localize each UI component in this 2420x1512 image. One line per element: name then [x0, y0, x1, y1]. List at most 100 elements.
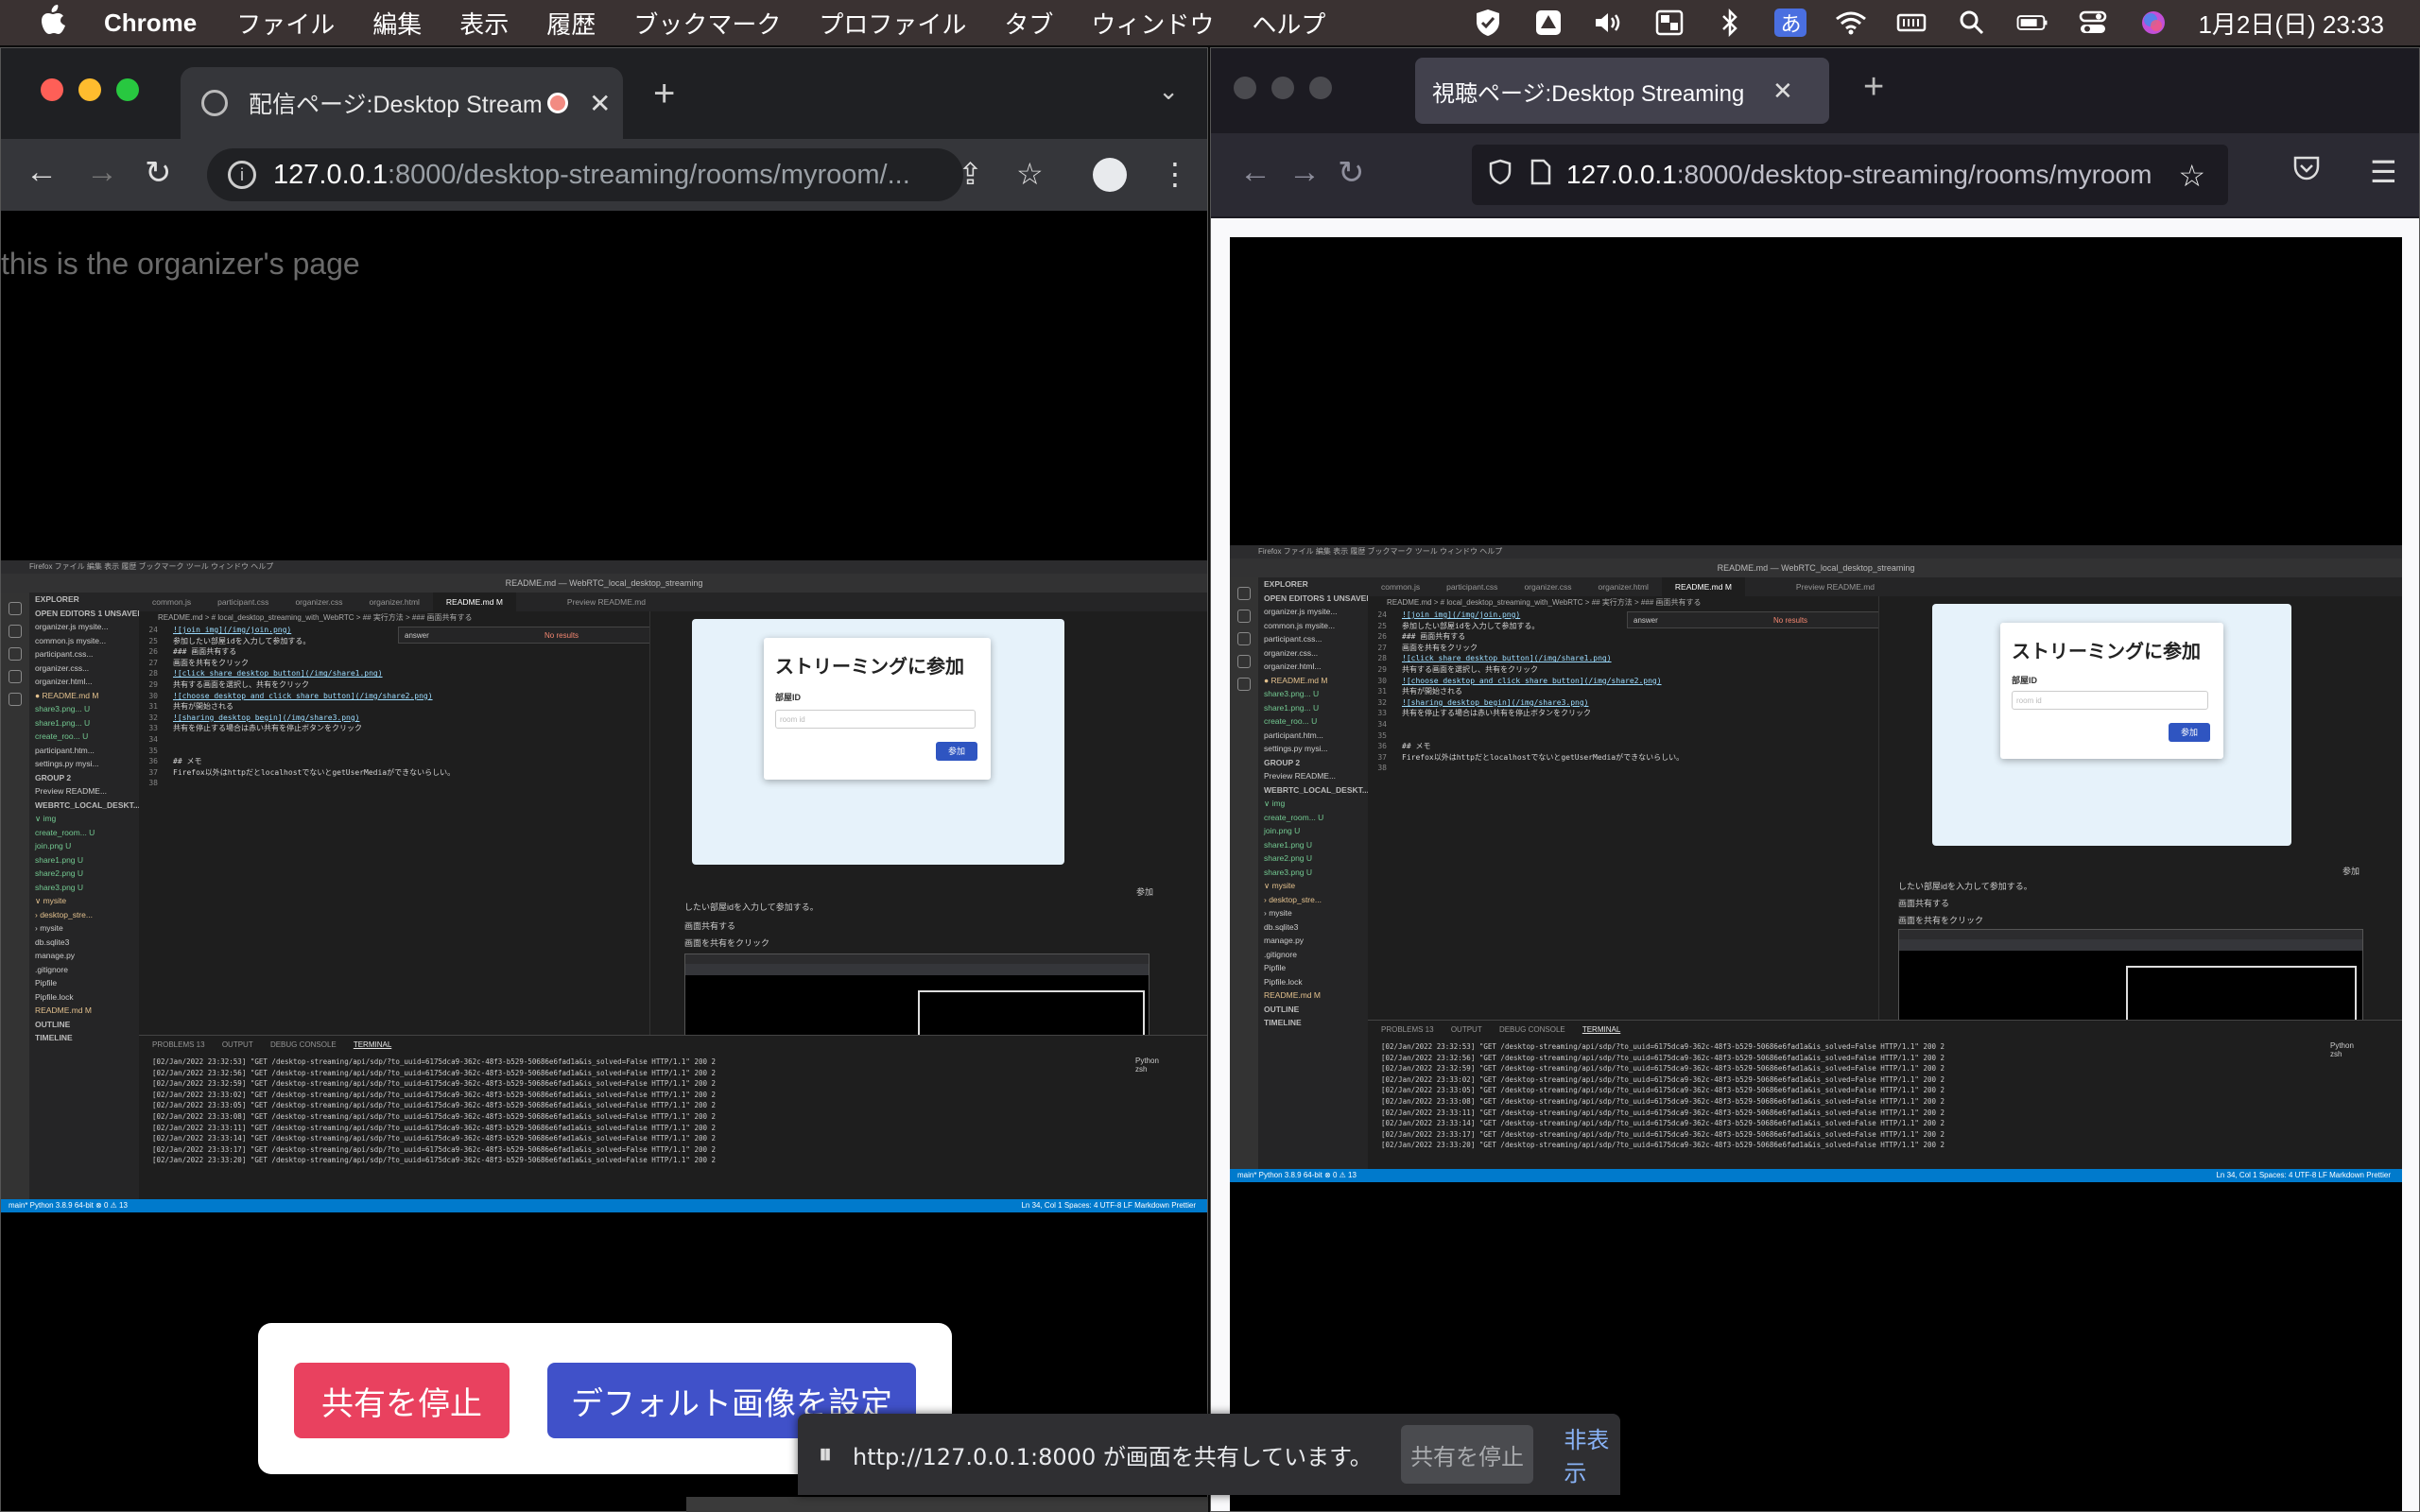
panel-tabs: PROBLEMS 13 OUTPUT DEBUG CONSOLE TERMINA… [139, 1036, 1207, 1055]
new-tab-plus-icon[interactable]: + [1863, 67, 1884, 108]
menu-bookmarks[interactable]: ブックマーク [633, 6, 781, 41]
explorer-item: › desktop_stre... [1264, 894, 1322, 904]
menu-edit[interactable]: 編集 [372, 6, 422, 41]
forward-arrow-icon[interactable]: → [1288, 154, 1321, 191]
globe-icon [201, 90, 228, 116]
siri-icon[interactable] [2137, 9, 2169, 37]
url-host: 127.0.0.1 [1566, 160, 1677, 189]
vscode-tab: participant.css [217, 597, 269, 607]
status-left: main* Python 3.8.9 64-bit ⊗ 0 ⚠ 13 [1237, 1171, 1357, 1179]
page-icon[interactable] [1530, 159, 1551, 192]
drive-icon[interactable] [1532, 9, 1564, 37]
forward-arrow-icon[interactable]: → [86, 154, 118, 191]
bookmark-star-icon[interactable]: ☆ [1016, 156, 1044, 192]
window-zoom-button[interactable] [116, 78, 139, 101]
explorer-item: share1.png U [1264, 839, 1313, 850]
line-text: ![choose desktop and click share button]… [1402, 676, 1662, 685]
new-tab-plus-icon[interactable]: + [653, 73, 675, 115]
explorer-item: Pipfile.lock [35, 991, 74, 1002]
line-number: 25 [1377, 621, 1387, 630]
vscode-tab: organizer.html [1598, 582, 1649, 592]
terminal-line: [02/Jan/2022 23:32:53] "GET /desktop-str… [152, 1057, 717, 1066]
wifi-icon[interactable] [1835, 9, 1867, 37]
window-minimize-button[interactable] [1271, 77, 1294, 99]
window-minimize-button[interactable] [78, 78, 101, 101]
terminal-item: zsh [2330, 1050, 2342, 1058]
terminal-line: [02/Jan/2022 23:32:56] "GET /desktop-str… [1381, 1053, 1945, 1062]
profile-avatar[interactable] [1093, 158, 1127, 192]
chrome-tab-organizer[interactable]: 配信ページ:Desktop Streaming ✕ [181, 67, 623, 139]
display-icon[interactable] [1653, 9, 1685, 37]
close-icon[interactable]: ✕ [1772, 77, 1793, 106]
control-center-icon[interactable] [2077, 9, 2109, 37]
line-text: ![join img](/img/join.png) [1402, 610, 1521, 619]
info-icon[interactable]: i [228, 161, 256, 189]
input-method-icon[interactable]: あ [1774, 9, 1807, 37]
explorer-item: create_roo... U [35, 731, 89, 741]
more-menu-icon[interactable]: ⋮ [1160, 156, 1190, 192]
terminal-line: [02/Jan/2022 23:33:17] "GET /desktop-str… [152, 1144, 717, 1154]
line-text: ### 画面共有する [173, 647, 237, 657]
menu-tab[interactable]: タブ [1004, 6, 1053, 41]
pocket-icon[interactable] [2292, 154, 2321, 189]
apple-icon[interactable] [40, 4, 78, 43]
memory-icon[interactable] [1895, 9, 1927, 37]
back-arrow-icon[interactable]: ← [26, 154, 58, 191]
hamburger-menu-icon[interactable]: ☰ [2370, 154, 2397, 190]
close-icon[interactable]: ✕ [589, 88, 611, 119]
reload-icon[interactable]: ↻ [145, 154, 172, 192]
menu-view[interactable]: 表示 [459, 6, 509, 41]
address-bar[interactable]: 127.0.0.1 :8000/desktop-streaming/rooms/… [1472, 145, 2228, 205]
share-icon[interactable]: ⇪ [958, 156, 983, 192]
window-close-button[interactable] [41, 78, 63, 101]
bookmark-star-icon[interactable]: ☆ [2178, 158, 2205, 194]
search-icon[interactable] [1956, 9, 1988, 37]
menu-window[interactable]: ウィンドウ [1091, 6, 1214, 41]
menu-app-name[interactable]: Chrome [104, 9, 197, 38]
window-close-button[interactable] [1234, 77, 1256, 99]
explorer-item: Preview README... [1264, 771, 1337, 781]
menu-help[interactable]: ヘルプ [1252, 6, 1325, 41]
menu-file[interactable]: ファイル [236, 6, 335, 41]
explorer-item: settings.py mysi... [35, 759, 99, 768]
reload-icon[interactable]: ↻ [1338, 154, 1365, 192]
explorer-item: GROUP 2 [1264, 757, 1301, 767]
editor-line: 30 ![choose desktop and click share butto… [1368, 676, 1878, 687]
share-stop-button[interactable]: 共有を停止 [1400, 1425, 1534, 1484]
menu-profiles[interactable]: プロファイル [819, 6, 966, 41]
explorer-item: manage.py [35, 951, 76, 960]
volume-icon[interactable] [1593, 9, 1625, 37]
pause-grip-icon[interactable]: ⏸ [819, 1439, 832, 1470]
macos-menubar: Chrome ファイル 編集 表示 履歴 ブックマーク プロファイル タブ ウィ… [0, 0, 2420, 45]
line-text: ![join img](/img/join.png) [173, 626, 292, 634]
menu-history[interactable]: 履歴 [546, 6, 596, 41]
chevron-down-icon[interactable]: ⌄ [1158, 77, 1179, 106]
editor-line: 26 ### 画面共有する [1368, 631, 1878, 643]
vscode-panel: PROBLEMS 13 OUTPUT DEBUG CONSOLE TERMINA… [1368, 1020, 2402, 1182]
extensions-icon [9, 693, 22, 706]
tracking-shield-icon[interactable] [1489, 159, 1512, 192]
line-number: 32 [148, 713, 158, 722]
shield-check-icon[interactable] [1472, 9, 1504, 37]
firefox-tab-viewer[interactable]: 視聴ページ:Desktop Streaming ✕ [1415, 58, 1829, 124]
editor-line: 37 Firefox以外はhttpだとlocalhostでないとgetUserMe… [1368, 752, 1878, 764]
bluetooth-icon[interactable] [1714, 9, 1746, 37]
terminal-line: [02/Jan/2022 23:32:53] "GET /desktop-str… [1381, 1042, 1945, 1051]
line-text: ![click share desktop button](/img/share… [1402, 654, 1612, 663]
menubar-clock[interactable]: 1月2日(日) 23:33 [2198, 6, 2384, 41]
address-bar[interactable]: i 127.0.0.1 :8000/desktop-streaming/room… [207, 148, 963, 201]
share-hide-link[interactable]: 非表示 [1564, 1421, 1620, 1487]
recording-icon [547, 93, 568, 113]
terminal-list: Python zsh [1135, 1057, 1207, 1074]
window-zoom-button[interactable] [1309, 77, 1332, 99]
stop-sharing-button[interactable]: 共有を停止 [294, 1363, 510, 1438]
terminal-line: [02/Jan/2022 23:33:11] "GET /desktop-str… [1381, 1108, 1945, 1117]
explorer-item: ∨ img [1264, 799, 1286, 808]
terminal-item: Python [2330, 1041, 2354, 1050]
organizer-page: this is the organizer's page Firefox ファイ… [1, 211, 1207, 1511]
line-text: ![click share desktop button](/img/share… [173, 669, 383, 679]
editor-line: 24 ![join img](/img/join.png) [139, 625, 649, 636]
back-arrow-icon[interactable]: ← [1239, 154, 1271, 191]
terminal-line: [02/Jan/2022 23:32:56] "GET /desktop-str… [152, 1068, 717, 1077]
battery-icon[interactable] [2016, 9, 2048, 37]
